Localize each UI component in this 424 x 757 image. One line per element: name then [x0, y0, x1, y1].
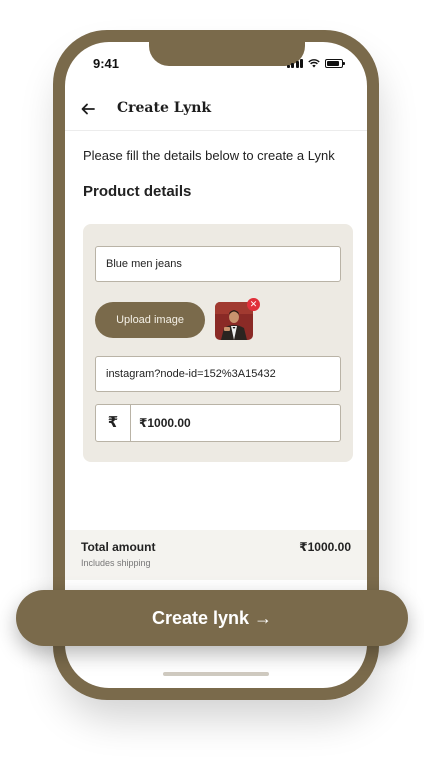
- section-title: Product details: [83, 183, 192, 200]
- back-arrow-icon[interactable]: [77, 98, 99, 120]
- home-indicator: [163, 672, 269, 676]
- product-link-input[interactable]: instagram?node-id=152%3A15432: [95, 356, 341, 392]
- battery-icon: [325, 59, 345, 68]
- intro-text: Please fill the details below to create …: [83, 148, 335, 163]
- signal-icon: [286, 59, 303, 68]
- rupee-icon: ₹: [96, 405, 131, 441]
- upload-image-button[interactable]: Upload image: [95, 302, 205, 338]
- total-label: Total amount: [81, 540, 156, 554]
- price-input[interactable]: ₹1000.00: [131, 405, 340, 441]
- remove-image-icon[interactable]: ✕: [247, 298, 260, 311]
- page-title: Create Lynk: [117, 100, 212, 116]
- wifi-icon: [308, 59, 320, 68]
- create-lynk-button[interactable]: Create lynk →: [16, 590, 408, 646]
- total-value: ₹1000.00: [299, 540, 351, 554]
- price-input-group[interactable]: ₹ ₹1000.00: [95, 404, 341, 442]
- page-header: Create Lynk: [65, 92, 367, 131]
- total-amount-bar: Total amount Includes shipping ₹1000.00: [65, 530, 367, 580]
- product-details-card: Blue men jeans Upload image ✕ instagram?…: [83, 224, 353, 462]
- total-subtext: Includes shipping: [81, 558, 151, 568]
- status-time: 9:41: [93, 56, 120, 71]
- status-icons: [286, 58, 345, 68]
- product-name-input[interactable]: Blue men jeans: [95, 246, 341, 282]
- phone-notch: [149, 42, 305, 66]
